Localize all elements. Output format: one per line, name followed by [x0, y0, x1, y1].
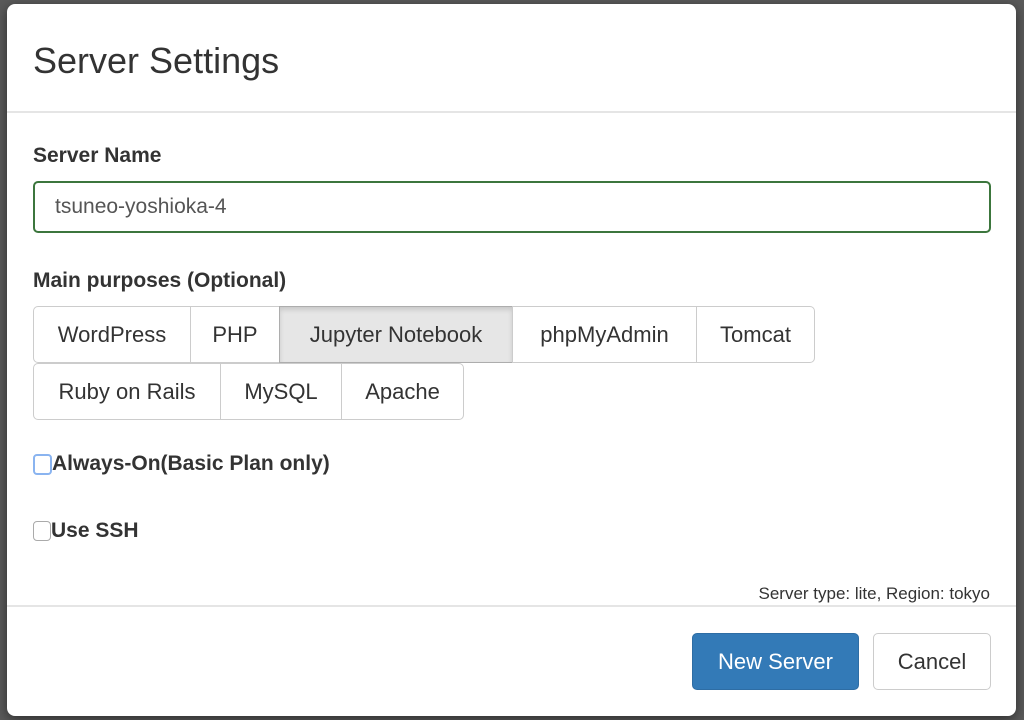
server-type-region: Server type: lite, Region: tokyo: [758, 584, 990, 603]
server-settings-dialog: Server Settings Server Name Main purpose…: [7, 4, 1016, 716]
use-ssh-option[interactable]: Use SSH: [33, 519, 139, 543]
server-name-label: Server Name: [33, 144, 162, 167]
always-on-checkbox[interactable]: [33, 453, 52, 475]
purpose-wordpress[interactable]: WordPress: [33, 306, 191, 363]
purpose-phpmyadmin[interactable]: phpMyAdmin: [512, 306, 697, 363]
server-name-input[interactable]: [33, 181, 991, 233]
dialog-footer: [7, 605, 1016, 607]
main-purposes-label: Main purposes (Optional): [33, 269, 287, 292]
use-ssh-checkbox[interactable]: [33, 521, 51, 541]
use-ssh-label: Use SSH: [51, 519, 139, 542]
purpose-mysql[interactable]: MySQL: [220, 363, 342, 420]
purpose-jupyter-notebook[interactable]: Jupyter Notebook: [279, 306, 513, 363]
always-on-option[interactable]: Always-On(Basic Plan only): [33, 452, 330, 476]
purpose-tomcat[interactable]: Tomcat: [696, 306, 815, 363]
dialog-title: Server Settings: [33, 40, 280, 81]
new-server-button[interactable]: New Server: [692, 633, 859, 690]
cancel-button[interactable]: Cancel: [873, 633, 991, 690]
dialog-header: Server Settings: [7, 4, 1016, 113]
always-on-label: Always-On(Basic Plan only): [52, 452, 330, 475]
purpose-php[interactable]: PHP: [190, 306, 280, 363]
purpose-ruby-on-rails[interactable]: Ruby on Rails: [33, 363, 221, 420]
purpose-apache[interactable]: Apache: [341, 363, 464, 420]
